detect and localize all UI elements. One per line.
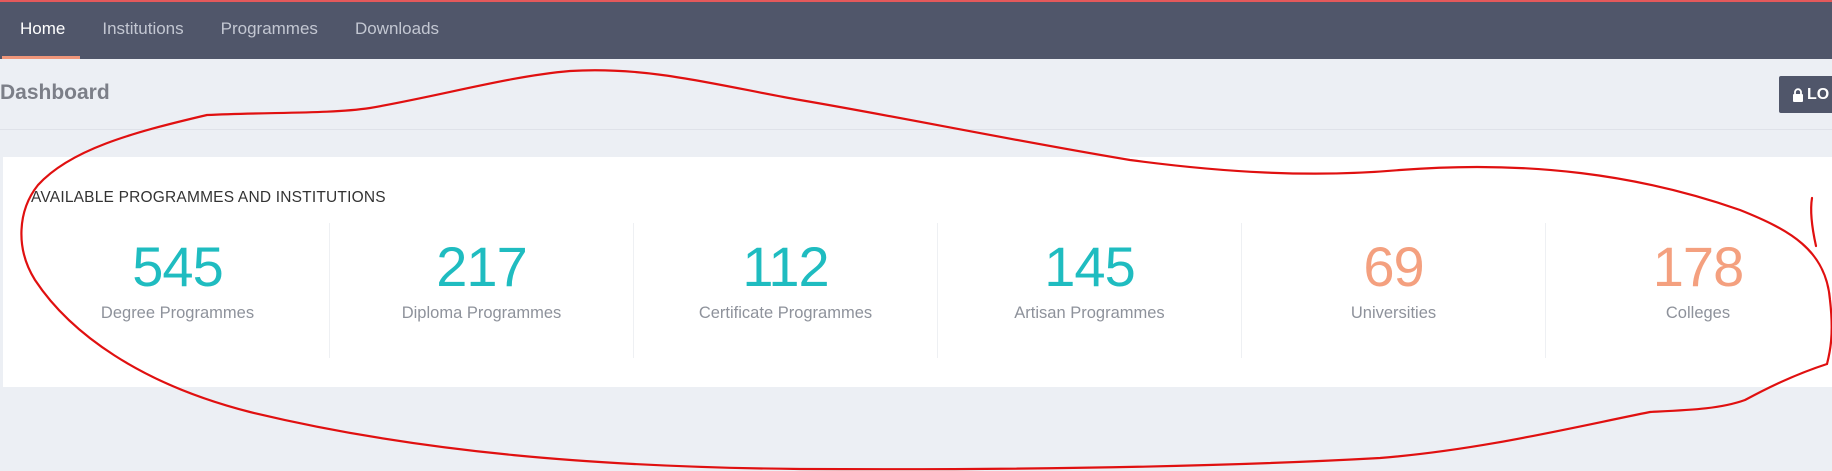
- nav-tab-label: Downloads: [354, 18, 440, 38]
- stat-universities: 69 Universities: [1242, 223, 1546, 358]
- stat-label: Universities: [1350, 304, 1437, 322]
- stats-card: AVAILABLE PROGRAMMES AND INSTITUTIONS 54…: [3, 157, 1832, 387]
- nav-tab-institutions[interactable]: Institutions: [82, 0, 200, 59]
- lock-icon: [1793, 87, 1803, 102]
- top-navbar: Home Institutions Programmes Downloads: [0, 0, 1832, 59]
- nav-tab-downloads[interactable]: Downloads: [335, 0, 456, 59]
- nav-tab-home[interactable]: Home: [0, 0, 82, 59]
- stats-card-title: AVAILABLE PROGRAMMES AND INSTITUTIONS: [31, 189, 386, 206]
- stat-label: Degree Programmes: [100, 304, 255, 322]
- stat-value: 217: [436, 235, 527, 298]
- main-nav: Home Institutions Programmes Downloads: [0, 0, 456, 59]
- stat-label: Certificate Programmes: [698, 304, 873, 322]
- stat-label: Diploma Programmes: [401, 304, 562, 322]
- stat-value: 112: [742, 235, 829, 298]
- stat-degree-programmes: 545 Degree Programmes: [26, 223, 330, 358]
- stat-value: 69: [1363, 235, 1424, 298]
- lock-button[interactable]: LO: [1779, 76, 1832, 113]
- stat-artisan-programmes: 145 Artisan Programmes: [938, 223, 1242, 358]
- nav-tab-label: Programmes: [220, 18, 318, 38]
- page: Home Institutions Programmes Downloads D…: [0, 0, 1832, 471]
- stat-certificate-programmes: 112 Certificate Programmes: [634, 223, 938, 358]
- page-title: Dashboard: [0, 81, 110, 104]
- stat-diploma-programmes: 217 Diploma Programmes: [330, 223, 634, 358]
- stat-label: Colleges: [1665, 304, 1731, 322]
- stat-value: 145: [1044, 235, 1135, 298]
- lock-button-label: LO: [1807, 85, 1830, 103]
- stat-value: 545: [132, 235, 223, 298]
- stat-colleges: 178 Colleges: [1546, 223, 1832, 358]
- stat-value: 178: [1652, 235, 1744, 298]
- nav-tab-label: Home: [20, 18, 66, 38]
- stats-row: 545 Degree Programmes 217 Diploma Progra…: [26, 223, 1832, 358]
- nav-tab-programmes[interactable]: Programmes: [201, 0, 335, 59]
- nav-tab-label: Institutions: [102, 18, 184, 38]
- stat-label: Artisan Programmes: [1014, 304, 1165, 322]
- page-header: Dashboard LO: [0, 59, 1832, 130]
